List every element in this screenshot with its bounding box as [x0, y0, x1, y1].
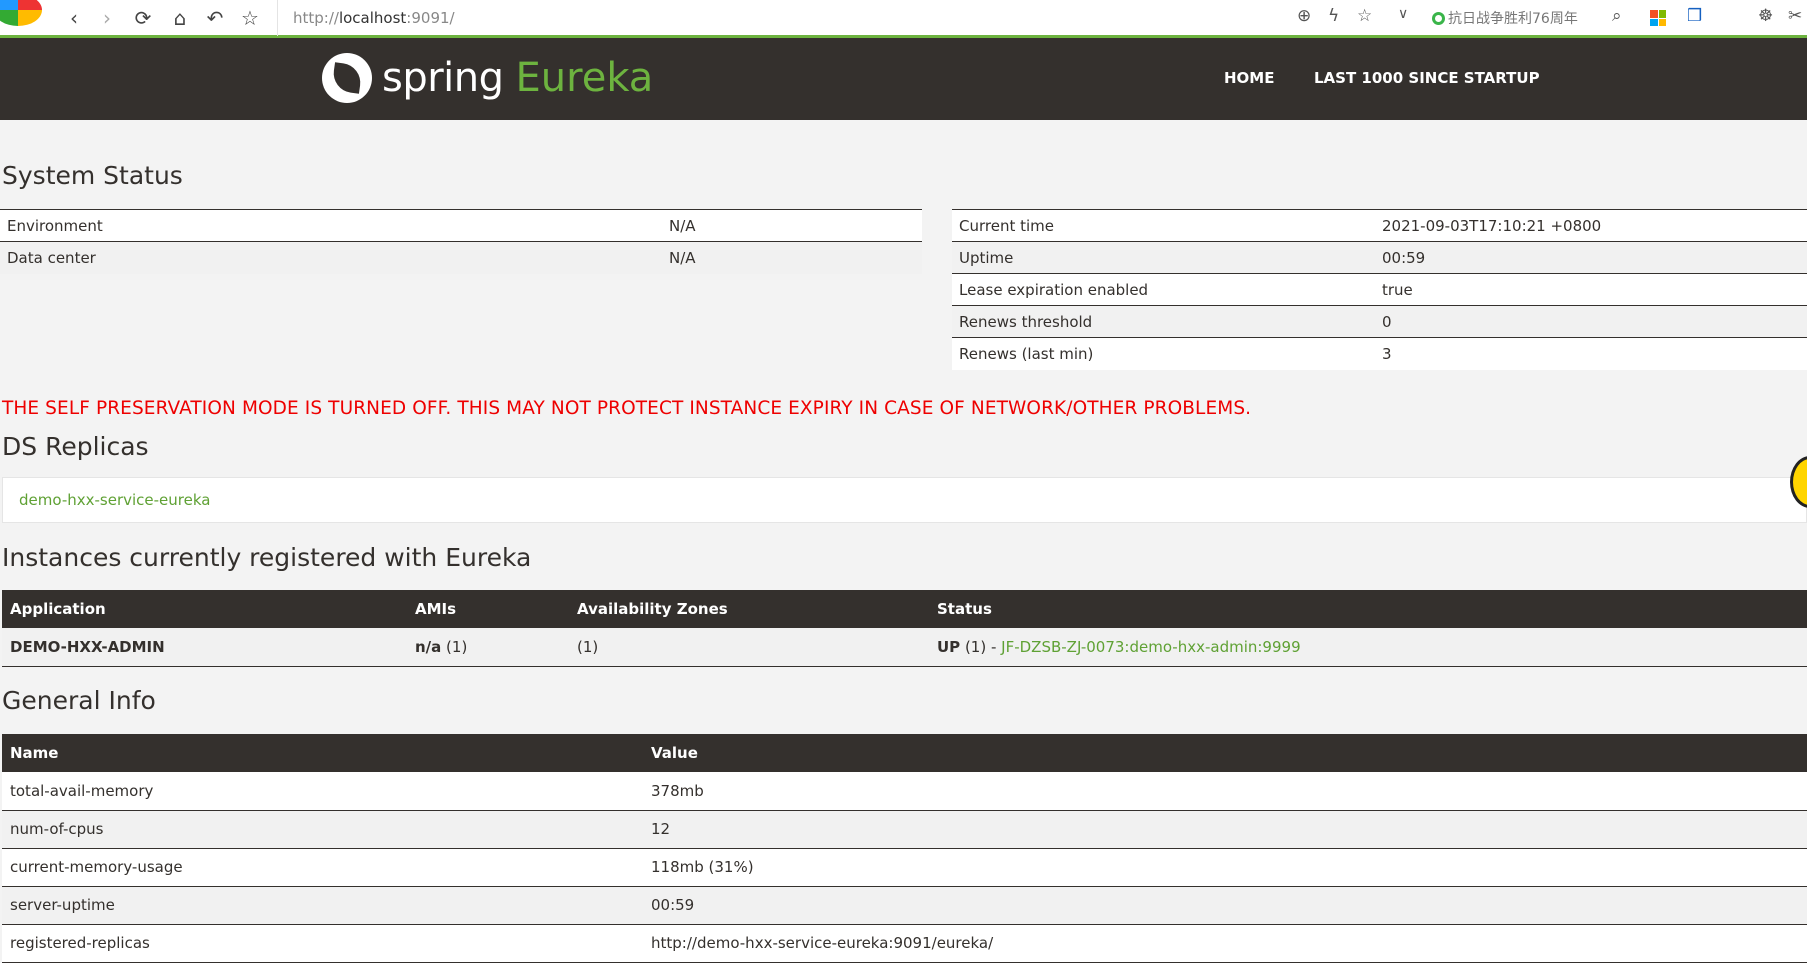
back-icon[interactable]: ‹ — [60, 6, 88, 30]
status-label: Renews (last min) — [952, 337, 1375, 370]
status-value: 3 — [1375, 337, 1807, 370]
nav-home[interactable]: HOME — [1224, 69, 1274, 87]
apps-grid-icon[interactable] — [1650, 10, 1666, 26]
info-value: 00:59 — [643, 886, 1807, 925]
status-value: 00:59 — [1375, 241, 1807, 274]
news-search-box[interactable]: 抗日战争胜利76周年 — [1432, 8, 1578, 28]
instance-zones: (1) — [569, 628, 929, 667]
search-icon[interactable]: ⌕ — [1612, 6, 1622, 26]
url-host: localhost — [338, 9, 407, 27]
col-availability-zones: Availability Zones — [569, 590, 929, 628]
general-info-table: Name Value total-avail-memory 378mb num-… — [2, 734, 1807, 963]
ds-replicas-list: demo-hxx-service-eureka — [2, 477, 1807, 523]
status-value: N/A — [662, 209, 922, 242]
info-value: http://demo-hxx-service-eureka:9091/eure… — [643, 924, 1807, 963]
chevron-down-icon[interactable]: ∨ — [1398, 6, 1408, 22]
info-name: registered-replicas — [2, 924, 643, 963]
col-value: Value — [643, 734, 1807, 772]
table-header-row: Name Value — [2, 734, 1807, 772]
ami-count: (1) — [441, 637, 468, 656]
system-status-title: System Status — [2, 161, 183, 190]
table-row: num-of-cpus 12 — [2, 810, 1807, 849]
info-value: 118mb (31%) — [643, 848, 1807, 887]
status-value: 0 — [1375, 305, 1807, 338]
zoom-icon[interactable]: ⊕ — [1297, 6, 1311, 26]
system-status-left-table: Environment N/A Data center N/A — [0, 209, 922, 274]
table-row: Environment N/A — [0, 209, 922, 242]
table-row: total-avail-memory 378mb — [2, 772, 1807, 811]
table-row: Renews threshold 0 — [952, 305, 1807, 338]
ami-value: n/a — [415, 637, 442, 656]
col-name: Name — [2, 734, 643, 772]
table-row: Current time 2021-09-03T17:10:21 +0800 — [952, 209, 1807, 242]
status-value: 2021-09-03T17:10:21 +0800 — [1375, 209, 1807, 242]
instances-table: Application AMIs Availability Zones Stat… — [2, 590, 1807, 667]
eureka-header: spring Eureka HOME LAST 1000 SINCE START… — [0, 38, 1807, 120]
status-label: Environment — [0, 209, 662, 242]
table-row: Lease expiration enabled true — [952, 273, 1807, 306]
status-value: true — [1375, 273, 1807, 306]
table-row: Data center N/A — [0, 241, 922, 274]
info-name: num-of-cpus — [2, 810, 643, 849]
search-engine-icon — [1432, 11, 1445, 25]
col-status: Status — [929, 590, 1807, 628]
url-prefix: http:// — [293, 9, 339, 27]
replica-link[interactable]: demo-hxx-service-eureka — [19, 491, 210, 509]
scissors-icon[interactable]: ✂ — [1788, 6, 1802, 26]
home-icon[interactable]: ⌂ — [166, 6, 194, 30]
col-amis: AMIs — [407, 590, 569, 628]
info-value: 12 — [643, 810, 1807, 849]
table-row: Renews (last min) 3 — [952, 337, 1807, 370]
info-name: total-avail-memory — [2, 772, 643, 811]
info-name: current-memory-usage — [2, 848, 643, 887]
spring-eureka-logo[interactable]: spring Eureka — [322, 53, 653, 103]
ds-replicas-title: DS Replicas — [2, 432, 149, 461]
browser-toolbar: ‹ › ⟳ ⌂ ↶ ☆ http://localhost:9091/ ⊕ ϟ ☆… — [0, 0, 1807, 38]
table-row: server-uptime 00:59 — [2, 886, 1807, 925]
favorite-star-icon[interactable]: ☆ — [1357, 6, 1372, 26]
instance-amis: n/a (1) — [407, 628, 569, 667]
address-bar[interactable]: http://localhost:9091/ — [277, 0, 1287, 36]
extension-cube-icon[interactable]: ❒ — [1687, 6, 1702, 26]
status-value: N/A — [662, 241, 922, 274]
system-status-right-table: Current time 2021-09-03T17:10:21 +0800 U… — [952, 209, 1807, 370]
undo-icon[interactable]: ↶ — [201, 6, 229, 30]
status-label: Current time — [952, 209, 1375, 242]
status-label: Uptime — [952, 241, 1375, 274]
palette-icon[interactable]: ☸ — [1758, 6, 1773, 26]
table-row: DEMO-HXX-ADMIN n/a (1) (1) UP (1) - JF-D… — [2, 628, 1807, 667]
forward-icon[interactable]: › — [93, 6, 121, 30]
instances-title: Instances currently registered with Eure… — [2, 543, 532, 572]
info-value: 378mb — [643, 772, 1807, 811]
instance-link[interactable]: JF-DZSB-ZJ-0073:demo-hxx-admin:9999 — [1001, 638, 1300, 656]
status-up: UP — [937, 637, 961, 656]
self-preservation-warning: THE SELF PRESERVATION MODE IS TURNED OFF… — [2, 398, 1252, 419]
status-count: (1) - — [960, 637, 1002, 656]
status-label: Data center — [0, 241, 662, 274]
reload-icon[interactable]: ⟳ — [129, 6, 157, 30]
col-application: Application — [2, 590, 407, 628]
news-text: 抗日战争胜利76周年 — [1448, 11, 1578, 27]
general-info-title: General Info — [2, 686, 156, 715]
table-row: Uptime 00:59 — [952, 241, 1807, 274]
instance-application: DEMO-HXX-ADMIN — [2, 628, 407, 667]
spring-leaf-icon — [322, 53, 372, 103]
table-row: current-memory-usage 118mb (31%) — [2, 848, 1807, 887]
brand-spring: spring — [382, 55, 504, 101]
url-suffix: :9091/ — [406, 9, 455, 27]
bookmark-star-icon[interactable]: ☆ — [236, 6, 264, 30]
lightning-icon[interactable]: ϟ — [1328, 6, 1339, 26]
table-header-row: Application AMIs Availability Zones Stat… — [2, 590, 1807, 628]
browser-logo-icon — [0, 0, 42, 26]
table-row: registered-replicas http://demo-hxx-serv… — [2, 924, 1807, 963]
status-label: Lease expiration enabled — [952, 273, 1375, 306]
instance-status: UP (1) - JF-DZSB-ZJ-0073:demo-hxx-admin:… — [929, 628, 1807, 667]
brand-eureka: Eureka — [515, 55, 654, 101]
nav-last-1000[interactable]: LAST 1000 SINCE STARTUP — [1314, 69, 1540, 87]
status-label: Renews threshold — [952, 305, 1375, 338]
info-name: server-uptime — [2, 886, 643, 925]
